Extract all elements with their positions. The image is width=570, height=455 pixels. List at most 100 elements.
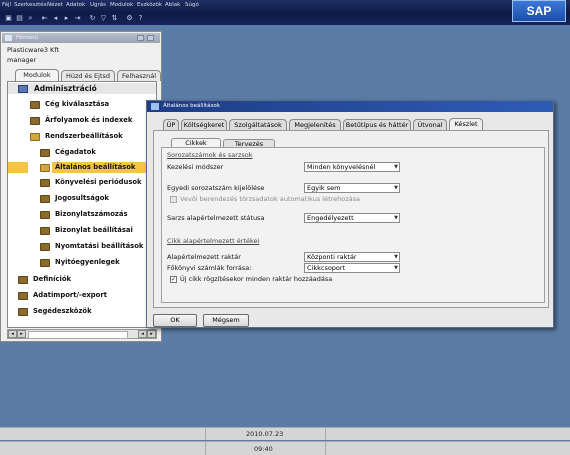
left-scrollbar[interactable]: ◂ ▸ ◂ ▸ xyxy=(7,329,157,339)
menu-tools[interactable]: Eszközök xyxy=(137,2,162,8)
scroll-right-icon[interactable]: ▸ xyxy=(17,330,26,338)
batch-status-select[interactable]: Engedélyezett ▼ xyxy=(304,213,400,223)
section-serial-batch-title: Sorozatszámok és sarzsok xyxy=(167,151,253,159)
tab-inventory[interactable]: Készlet xyxy=(449,118,483,130)
tree-item-company-select[interactable]: Cég kiválasztása xyxy=(45,100,109,108)
tab-path[interactable]: Útvonal xyxy=(413,119,447,130)
tree-item-document-numbering[interactable]: Bizonylatszámozás xyxy=(55,210,128,218)
chevron-down-icon: ▼ xyxy=(394,215,398,221)
section-item-defaults-title: Cikk alapértelmezett értékei xyxy=(167,237,260,245)
tab-services[interactable]: Szolgáltatások xyxy=(229,119,287,130)
tab-user[interactable]: Felhasznál xyxy=(117,70,161,81)
last-icon[interactable]: ⇥ xyxy=(73,14,82,23)
window-icon xyxy=(5,35,12,41)
status-date: 2010.07.23 xyxy=(246,430,284,438)
status-bar-time: 09:40 xyxy=(0,441,570,455)
help-icon[interactable]: ? xyxy=(136,14,145,23)
scroll-right-icon-2[interactable]: ▸ xyxy=(147,330,156,338)
save-icon[interactable]: ▣ xyxy=(4,14,13,23)
refresh-icon[interactable]: ↻ xyxy=(88,14,97,23)
menu-modules[interactable]: Modulok xyxy=(110,2,133,8)
folder-icon xyxy=(40,259,50,267)
gl-source-value: Cikkcsoport xyxy=(307,264,346,272)
tree-item-document-settings[interactable]: Bizonylat beállításai xyxy=(55,226,133,234)
chevron-down-icon: ▼ xyxy=(394,254,398,260)
unique-serial-select[interactable]: Egyik sem ▼ xyxy=(304,183,400,193)
dialog-titlebar[interactable]: Általános beállítások xyxy=(147,101,553,112)
find-icon[interactable]: ⌕ xyxy=(26,14,35,23)
menu-window[interactable]: Ablak xyxy=(165,2,180,8)
default-warehouse-value: Központi raktár xyxy=(307,253,357,261)
tree-item-data-import-export[interactable]: Adatimport/-export xyxy=(33,291,107,299)
tree-item-utilities[interactable]: Segédeszközök xyxy=(33,307,92,315)
window-icon xyxy=(151,103,159,110)
tree-item-company-data[interactable]: Cégadatok xyxy=(55,148,96,156)
menu-file[interactable]: Fájl xyxy=(2,2,11,8)
tree-item-authorizations[interactable]: Jogosultságok xyxy=(55,194,109,202)
ok-button[interactable]: OK xyxy=(153,314,197,327)
tree-item-posting-periods[interactable]: Könyvelési periódusok xyxy=(55,178,142,186)
menu-help[interactable]: Súgó xyxy=(185,2,199,8)
tree-item-system-settings[interactable]: Rendszerbeállítások xyxy=(45,132,123,140)
scroll-left-icon-2[interactable]: ◂ xyxy=(138,330,147,338)
folder-icon xyxy=(18,276,28,284)
batch-status-label: Sarzs alapértelmezett státusa xyxy=(167,214,265,222)
tab-up[interactable]: ÜP xyxy=(163,119,179,130)
folder-icon xyxy=(40,149,50,157)
folder-icon xyxy=(40,195,50,203)
folder-icon xyxy=(40,227,50,235)
tab-modules[interactable]: Modulok xyxy=(15,69,59,81)
scroll-left-icon[interactable]: ◂ xyxy=(8,330,17,338)
tree-item-definitions[interactable]: Definíciók xyxy=(33,275,71,283)
sap-logo: SAP xyxy=(512,0,566,22)
settings-icon[interactable]: ⚙ xyxy=(125,14,134,23)
status-bar-date: 2010.07.23 xyxy=(0,427,570,440)
status-time: 09:40 xyxy=(254,445,273,453)
tree-root-label[interactable]: Adminisztráció xyxy=(34,84,97,93)
menu-data[interactable]: Adatok xyxy=(66,2,85,8)
tree-item-general-settings[interactable]: Általános beállítások xyxy=(55,163,135,171)
cancel-button[interactable]: Mégsem xyxy=(203,314,249,327)
minimize-icon[interactable] xyxy=(137,35,144,41)
status-cell xyxy=(325,428,525,440)
add-all-warehouses-checkbox[interactable]: ✓ xyxy=(170,276,177,283)
folder-icon xyxy=(30,117,40,125)
time-cell: 09:40 xyxy=(205,442,325,455)
filter-icon[interactable]: ▽ xyxy=(99,14,108,23)
scroll-track[interactable] xyxy=(28,331,128,339)
tree-item-opening-balances[interactable]: Nyitóegyenlegek xyxy=(55,258,120,266)
chevron-down-icon: ▼ xyxy=(394,185,398,191)
user-name: manager xyxy=(7,56,37,64)
close-icon[interactable] xyxy=(147,35,154,41)
auto-create-equipment-checkbox[interactable] xyxy=(170,196,177,203)
status-cell-2 xyxy=(325,442,525,455)
toolbar: ▣ ▤ ⌕ ⇤ ◂ ▸ ⇥ ↻ ▽ ⇅ ⚙ ? xyxy=(0,12,570,25)
management-method-value: Minden könyvelésnél xyxy=(307,163,376,171)
tab-font-background[interactable]: Betűtípus és háttér xyxy=(343,119,411,130)
folder-icon xyxy=(18,292,28,300)
folder-icon xyxy=(30,101,40,109)
print-icon[interactable]: ▤ xyxy=(15,14,24,23)
tab-drag-drop[interactable]: Húzd és Ejtsd xyxy=(61,70,115,81)
prev-icon[interactable]: ◂ xyxy=(51,14,60,23)
menu-view[interactable]: Nézet xyxy=(47,2,63,8)
unique-serial-label: Egyedi sorozatszám kijelölése xyxy=(167,184,265,192)
default-warehouse-select[interactable]: Központi raktár ▼ xyxy=(304,252,400,262)
tree-item-print-settings[interactable]: Nyomtatási beállítások xyxy=(55,242,143,250)
menu-edit[interactable]: Szerkesztés xyxy=(14,2,47,8)
tab-cost-budget[interactable]: Költségkeret xyxy=(181,119,227,130)
date-cell: 2010.07.23 xyxy=(205,428,325,440)
main-menu-titlebar[interactable]: Főmenü xyxy=(2,33,160,43)
menu-goto[interactable]: Ugrás xyxy=(90,2,106,8)
folder-icon xyxy=(18,308,28,316)
next-icon[interactable]: ▸ xyxy=(62,14,71,23)
main-menu-window: Főmenü Plasticware3 Kft manager Modulok … xyxy=(0,31,162,342)
sort-icon[interactable]: ⇅ xyxy=(110,14,119,23)
management-method-select[interactable]: Minden könyvelésnél ▼ xyxy=(304,162,400,172)
chevron-down-icon: ▼ xyxy=(394,265,398,271)
tab-display[interactable]: Megjelenítés xyxy=(289,119,341,130)
company-name: Plasticware3 Kft xyxy=(7,46,60,54)
gl-source-select[interactable]: Cikkcsoport ▼ xyxy=(304,263,400,273)
tree-item-exchange-rates[interactable]: Árfolyamok és indexek xyxy=(45,116,132,124)
first-icon[interactable]: ⇤ xyxy=(40,14,49,23)
